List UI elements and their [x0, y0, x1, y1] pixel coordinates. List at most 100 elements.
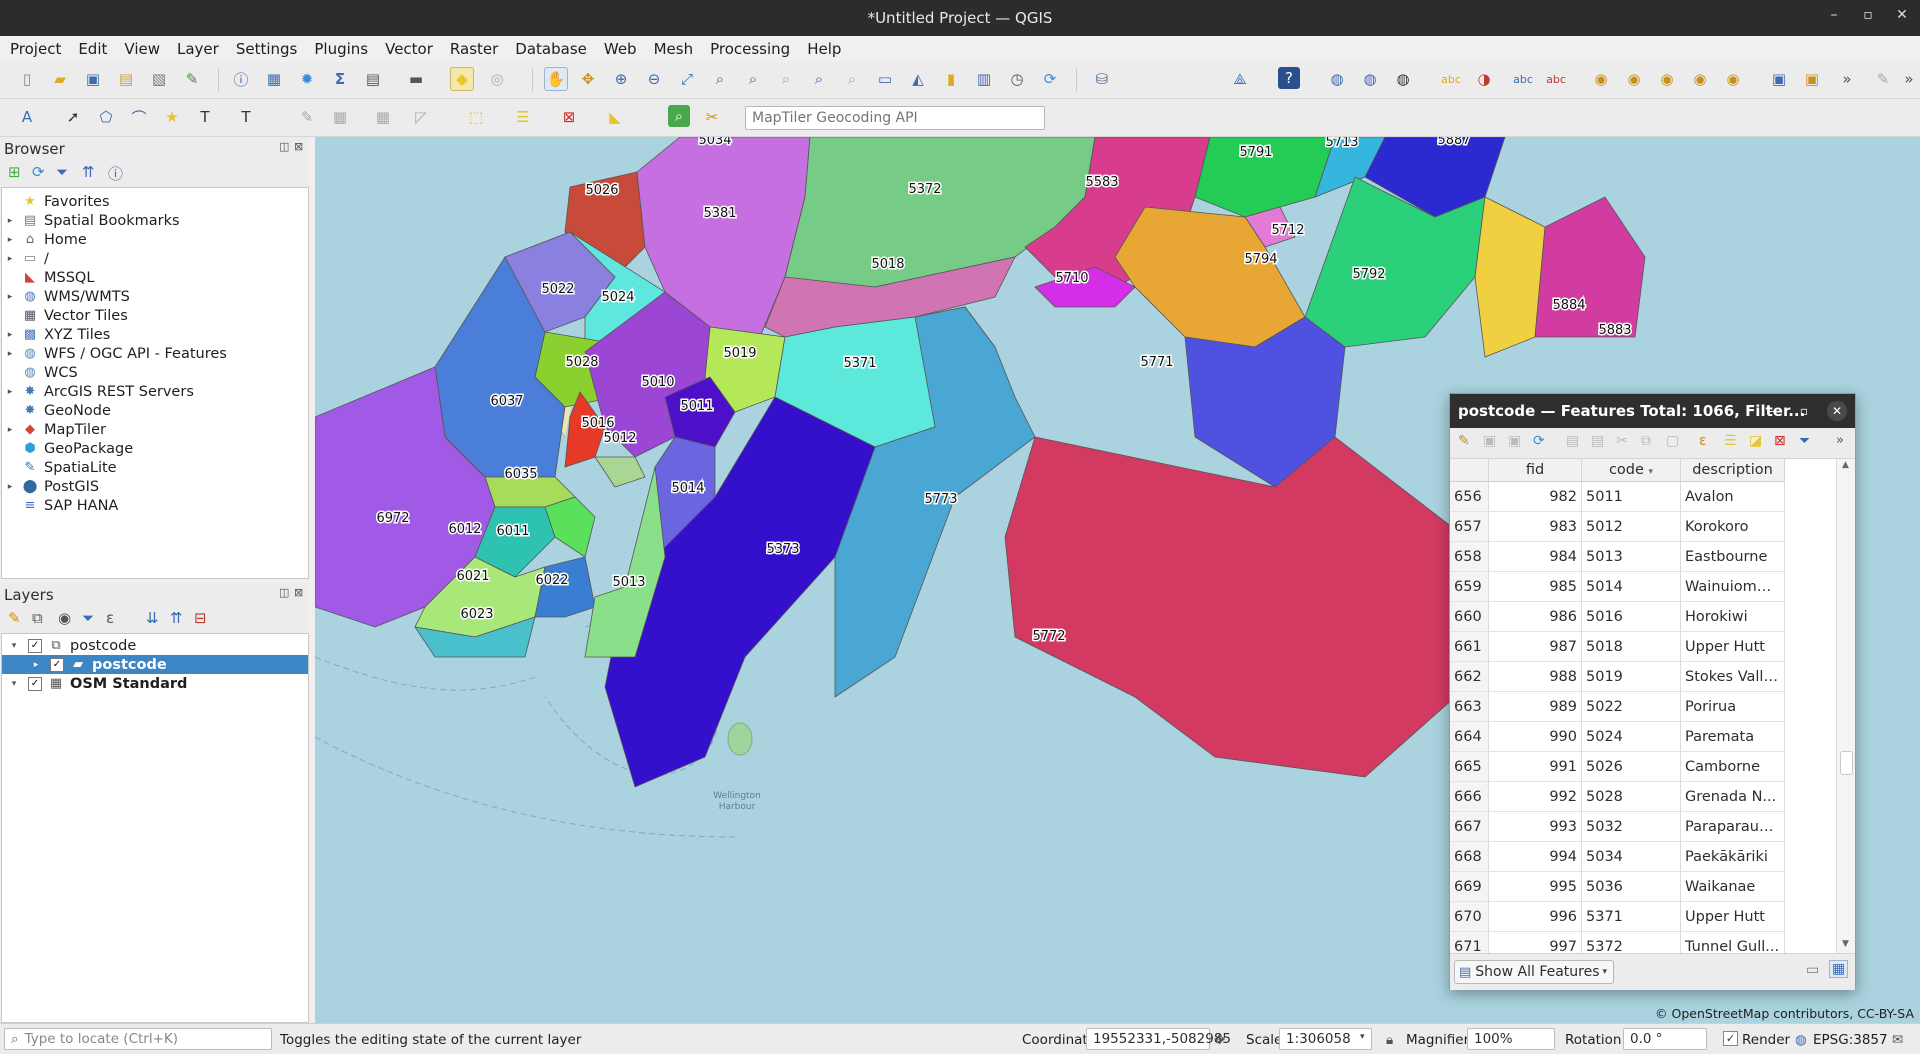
description-cell[interactable]: Stokes Valley	[1680, 661, 1785, 692]
label-tool-3-icon[interactable]: ◉	[1656, 68, 1678, 90]
add-polygon-icon[interactable]: ⬠	[95, 106, 117, 128]
measure-line-icon[interactable]: ▬	[405, 68, 427, 90]
attribute-grid[interactable]: fid code ▾ description 656 982 5011 Avalon 6…	[1450, 459, 1836, 953]
temporal-controller-icon[interactable]: ◷	[1006, 68, 1028, 90]
expand-arrow-icon[interactable]: ▸	[4, 425, 16, 435]
scroll-up-icon[interactable]: ▲	[1842, 460, 1849, 470]
attribute-table-icon[interactable]: ▦	[263, 68, 285, 90]
menu-database[interactable]: Database	[505, 40, 594, 58]
fid-cell[interactable]: 993	[1488, 811, 1582, 842]
menu-web[interactable]: Web	[594, 40, 644, 58]
text-format-icon[interactable]: T	[235, 106, 257, 128]
fid-cell[interactable]: 992	[1488, 781, 1582, 812]
code-cell[interactable]: 5032	[1581, 811, 1681, 842]
menu-plugins[interactable]: Plugins	[304, 40, 375, 58]
toggle-editing-icon[interactable]: ✎	[1458, 433, 1470, 449]
fid-cell[interactable]: 983	[1488, 511, 1582, 542]
remove-layer-icon[interactable]: ⊟	[194, 609, 207, 627]
menu-settings[interactable]: Settings	[226, 40, 305, 58]
row-number[interactable]: 662	[1450, 661, 1489, 692]
table-row[interactable]: 663 989 5022 Porirua	[1450, 691, 1785, 722]
messages-icon[interactable]: ✉	[1892, 1032, 1903, 1048]
browser-item[interactable]: ▸ ◍ WFS / OGC API - Features	[4, 344, 227, 363]
select-features-icon[interactable]: ⬚	[465, 106, 487, 128]
close-panel-icon[interactable]: ⊠	[294, 140, 303, 153]
collapse-all-layers-icon[interactable]: ⇈	[170, 609, 183, 627]
table-row[interactable]: 665 991 5026 Camborne	[1450, 751, 1785, 782]
layer-tree-item[interactable]: ▾ ✓ ⧉ postcode	[2, 636, 308, 655]
fid-cell[interactable]: 982	[1488, 481, 1582, 512]
postcode-region-5883[interactable]	[1534, 196, 1646, 338]
reload-table-icon[interactable]: ⟳	[1533, 433, 1545, 449]
browser-item[interactable]: ▸ ⌂ Home	[4, 230, 87, 249]
refresh-icon[interactable]: ⟳	[1039, 68, 1061, 90]
menu-layer[interactable]: Layer	[167, 40, 226, 58]
description-cell[interactable]: Grenada N...	[1680, 781, 1785, 812]
menu-project[interactable]: Project	[0, 40, 68, 58]
postcode-region-5884[interactable]	[1474, 196, 1546, 358]
code-cell[interactable]: 5034	[1581, 841, 1681, 872]
layer-tree-item[interactable]: ▾ ✓ ▦ OSM Standard	[2, 674, 308, 693]
expand-arrow-icon[interactable]: ▸	[4, 387, 16, 397]
layer-visibility-checkbox[interactable]: ✓	[50, 657, 64, 672]
browser-item[interactable]: ▸ ▭ /	[4, 249, 49, 268]
browser-item[interactable]: ▸ ◆ MapTiler	[4, 420, 106, 439]
expand-arrow-icon[interactable]: ▸	[4, 235, 16, 245]
code-cell[interactable]: 5013	[1581, 541, 1681, 572]
description-cell[interactable]: Wainuiomata	[1680, 571, 1785, 602]
select-by-location-icon[interactable]: ◣	[604, 106, 626, 128]
browser-item[interactable]: ▸ ✸ ArcGIS REST Servers	[4, 382, 194, 401]
expand-arrow-icon[interactable]: ▸	[4, 482, 16, 492]
label-toolbar-icon[interactable]: abc	[1440, 68, 1462, 90]
rotation-field[interactable]: 0.0 °	[1623, 1028, 1707, 1050]
row-number[interactable]: 665	[1450, 751, 1489, 782]
description-cell[interactable]: Paraparaumu	[1680, 811, 1785, 842]
menu-edit[interactable]: Edit	[68, 40, 114, 58]
row-number[interactable]: 659	[1450, 571, 1489, 602]
table-row[interactable]: 662 988 5019 Stokes Valley	[1450, 661, 1785, 692]
plugin-icon[interactable]: ▣	[1801, 68, 1823, 90]
map-tips-icon[interactable]: ◆	[450, 67, 474, 91]
row-number[interactable]: 670	[1450, 901, 1489, 932]
code-cell[interactable]: 5014	[1581, 571, 1681, 602]
code-cell[interactable]: 5018	[1581, 631, 1681, 662]
web-globe-2-icon[interactable]: ◍	[1359, 68, 1381, 90]
code-cell[interactable]: 5371	[1581, 901, 1681, 932]
expand-arrow-icon[interactable]: ▸	[4, 349, 16, 359]
table-row[interactable]: 660 986 5016 Horokiwi	[1450, 601, 1785, 632]
table-row[interactable]: 671 997 5372 Tunnel Gull...	[1450, 931, 1785, 953]
expand-arrow-icon[interactable]: ▾	[8, 641, 20, 651]
datasource-manager-icon[interactable]: ⛁	[1091, 68, 1113, 90]
description-cell[interactable]: Tunnel Gull...	[1680, 931, 1785, 953]
select-expression-icon[interactable]: ε	[1699, 433, 1707, 449]
fid-cell[interactable]: 985	[1488, 571, 1582, 602]
coordinate-field[interactable]: 19552331,-5082985	[1086, 1028, 1231, 1050]
scroll-down-icon[interactable]: ▼	[1842, 939, 1849, 949]
scale-dropdown-icon[interactable]: ▾	[1360, 1032, 1365, 1042]
browser-item[interactable]: ▦ Vector Tiles	[4, 306, 128, 325]
filter-browser-icon[interactable]: ⏷	[56, 163, 68, 181]
row-number[interactable]: 661	[1450, 631, 1489, 662]
table-row[interactable]: 670 996 5371 Upper Hutt	[1450, 901, 1785, 932]
float-panel-icon[interactable]: ◫	[279, 140, 289, 153]
label-tool-5-icon[interactable]: ◉	[1722, 68, 1744, 90]
code-cell[interactable]: 5016	[1581, 601, 1681, 632]
select-all-icon[interactable]: ☰	[1724, 433, 1737, 449]
attr-maximize-icon[interactable]: ▫	[1794, 401, 1814, 421]
label-tool-4-icon[interactable]: ◉	[1689, 68, 1711, 90]
description-cell[interactable]: Porirua	[1680, 691, 1785, 722]
postcode-region-5772[interactable]	[1004, 436, 1466, 778]
filter-legend-icon[interactable]: ⏷	[82, 609, 94, 627]
fid-cell[interactable]: 991	[1488, 751, 1582, 782]
row-number[interactable]: 658	[1450, 541, 1489, 572]
row-number[interactable]: 663	[1450, 691, 1489, 722]
expand-arrow-icon[interactable]: ▸	[4, 292, 16, 302]
select-by-value-icon[interactable]: ☰	[512, 106, 534, 128]
restore-button[interactable]: ▫	[1856, 7, 1880, 23]
add-selected-layers-icon[interactable]: ⊞	[8, 163, 21, 181]
table-row[interactable]: 669 995 5036 Waikanae	[1450, 871, 1785, 902]
float-layers-panel-icon[interactable]: ◫	[279, 586, 289, 599]
magnifier-field[interactable]: 100%	[1467, 1028, 1555, 1050]
minimize-button[interactable]: –	[1822, 7, 1846, 23]
crs-globe-icon[interactable]: ◍	[1795, 1032, 1807, 1048]
